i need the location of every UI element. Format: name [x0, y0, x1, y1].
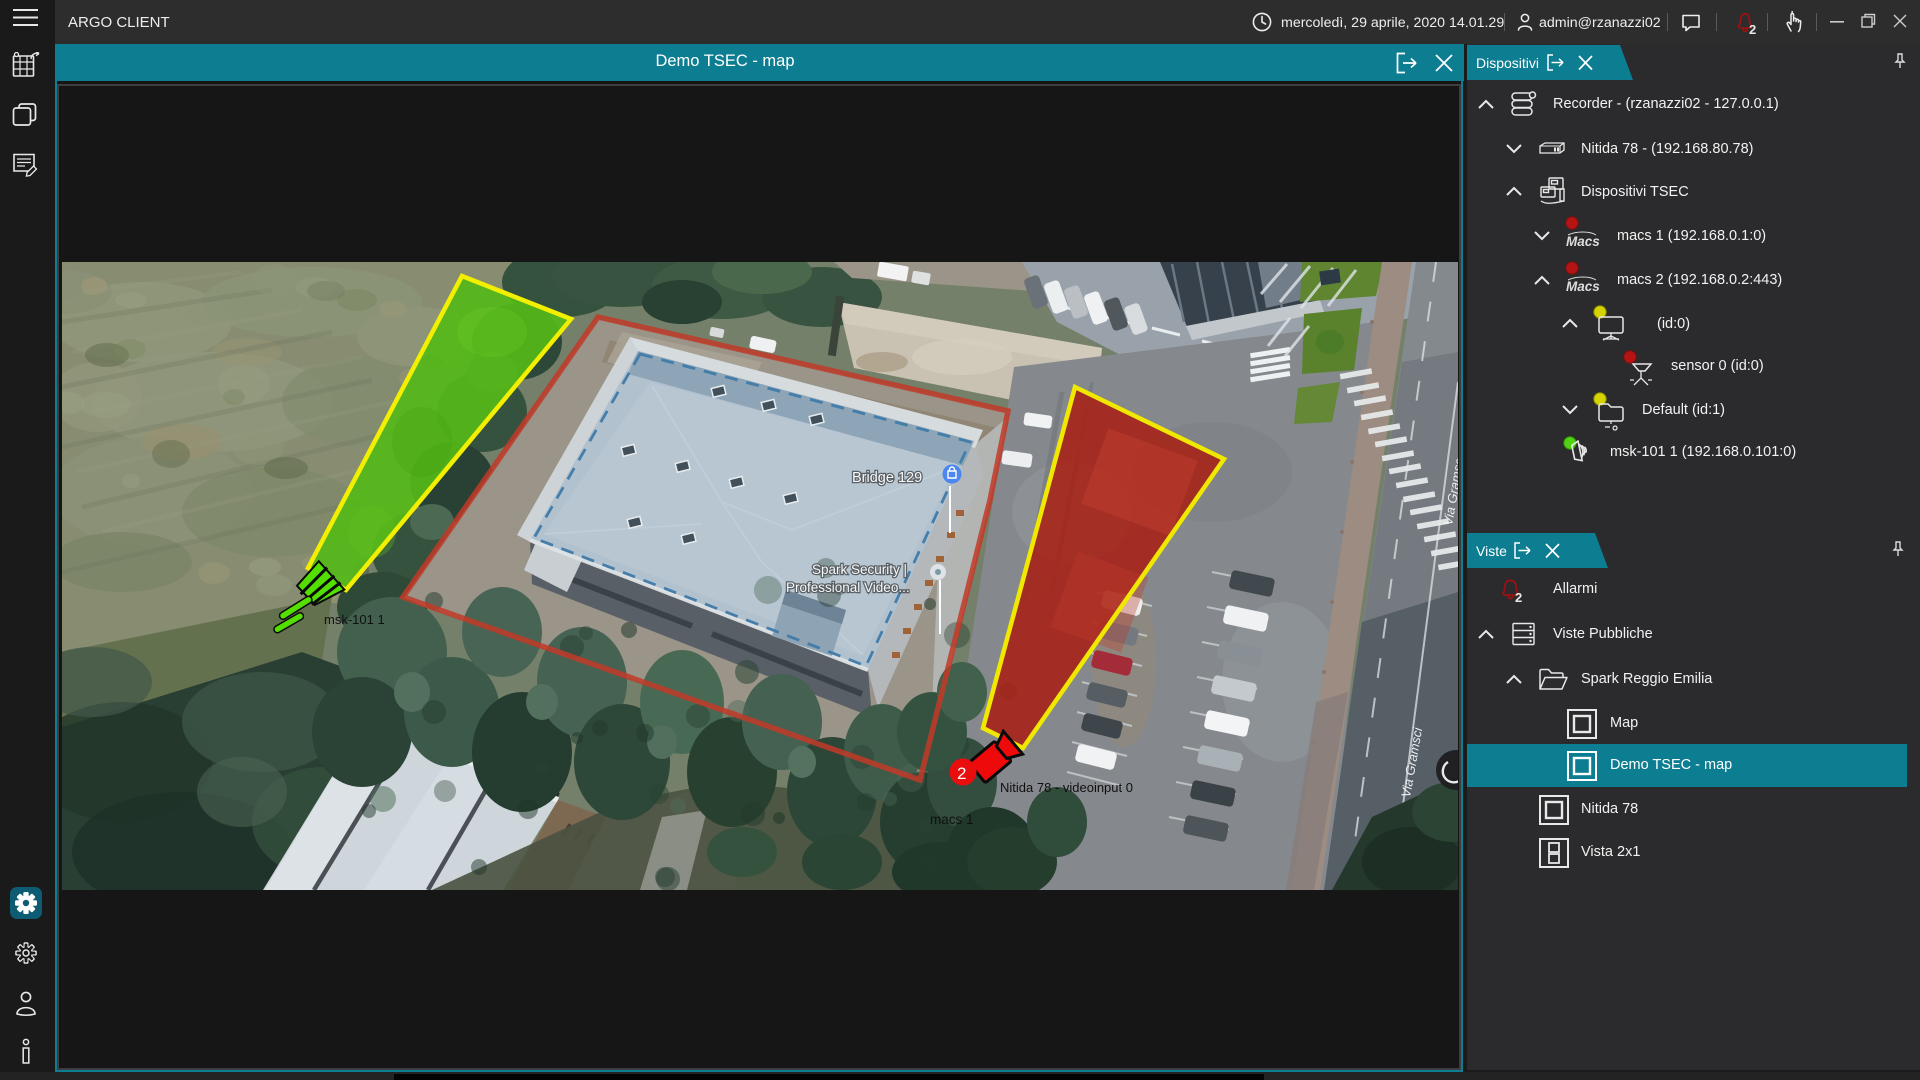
svg-text:Dispositivi: Dispositivi: [1476, 55, 1539, 71]
svg-text:2: 2: [1749, 22, 1756, 37]
svg-text:Macs: Macs: [1566, 234, 1600, 249]
svg-text:2: 2: [957, 764, 966, 783]
svg-text:Professional Video...: Professional Video...: [786, 580, 910, 595]
svg-text:2: 2: [1515, 590, 1522, 605]
svg-text:Spark Security |: Spark Security |: [812, 562, 907, 577]
svg-text:Macs: Macs: [1566, 279, 1600, 294]
svg-text:Nitida 78 - videoinput 0: Nitida 78 - videoinput 0: [1000, 780, 1133, 795]
svg-text:msk-101 1: msk-101 1: [324, 612, 385, 627]
svg-text:macs 1: macs 1: [930, 812, 974, 827]
svg-text:Bridge 129: Bridge 129: [852, 470, 922, 486]
svg-text:Viste: Viste: [1476, 543, 1507, 559]
